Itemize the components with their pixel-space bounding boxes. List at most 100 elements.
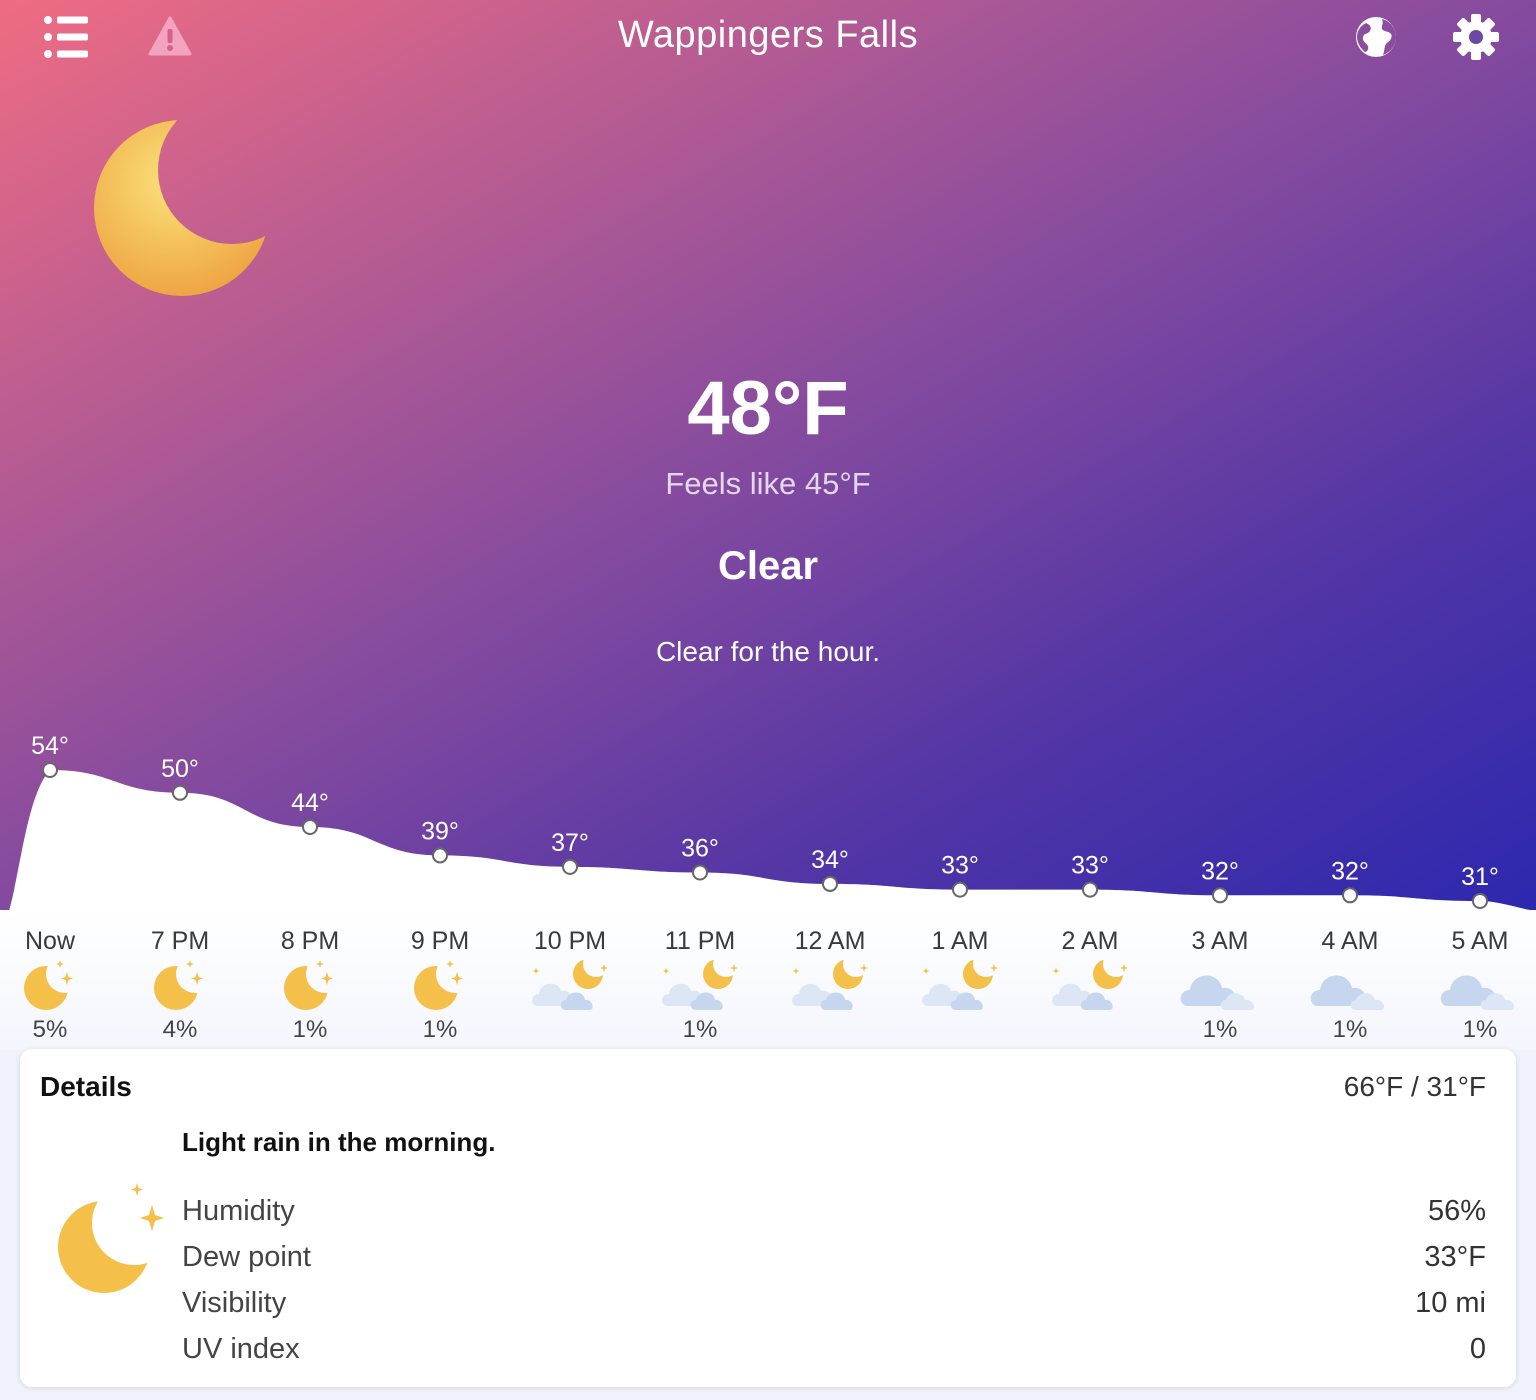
moon-stars-icon: [24, 960, 73, 1010]
top-bar: Wappingers Falls: [0, 0, 1536, 80]
temperature-point: [432, 847, 448, 864]
partly-cloudy-night-icon: [1052, 960, 1128, 1010]
detail-label: Visibility: [182, 1287, 287, 1319]
gear-icon[interactable]: [1452, 13, 1500, 61]
hour-item[interactable]: 12 AM: [770, 924, 890, 1048]
detail-value: 0: [1469, 1333, 1486, 1365]
hour-precip-chance: [1030, 1012, 1150, 1048]
partly-cloudy-night-icon: [792, 960, 868, 1010]
current-summary: Clear for the hour.: [655, 636, 881, 667]
detail-value: 10 mi: [1415, 1287, 1486, 1319]
detail-label: UV index: [182, 1333, 300, 1365]
temperature-point: [692, 864, 708, 881]
hour-item[interactable]: Now 5%: [0, 924, 110, 1048]
hour-item[interactable]: 3 AM 1%: [1160, 924, 1280, 1048]
partly-cloudy-night-icon: [662, 960, 738, 1010]
hour-precip-chance: 1%: [1202, 1016, 1238, 1043]
partly-cloudy-night-icon: [532, 960, 608, 1010]
hour-item[interactable]: 8 PM 1%: [250, 924, 370, 1048]
detail-row-dew-point: Dew point 33°F: [182, 1241, 1486, 1281]
temperature-point: [562, 858, 578, 875]
hourly-forecast: Now 5% 7 PM 4% 8 PM 1% 9 PM 1% 10 PM 11 PM 1% 12 AM…: [0, 910, 1536, 1050]
details-description: Light rain in the morning.: [182, 1127, 496, 1157]
current-condition: Clear: [717, 544, 819, 588]
hour-precip-chance: 1%: [1462, 1016, 1498, 1043]
hour-precip-chance: [510, 1012, 630, 1048]
hour-time: 11 PM: [664, 927, 736, 955]
hour-item[interactable]: 11 PM 1%: [640, 924, 760, 1048]
partly-cloudy-night-icon: [922, 960, 998, 1010]
hour-time: 5 AM: [1451, 927, 1509, 955]
hourly-temperature-chart: 54° 50° 44° 39° 37° 36° 34° 33° 33° 32° 32° 31°: [0, 732, 1536, 940]
hour-precip-chance: 1%: [1332, 1016, 1368, 1043]
hour-time: 1 AM: [931, 927, 989, 955]
temperature-label: 39°: [421, 817, 459, 845]
hour-item[interactable]: 4 AM 1%: [1290, 924, 1410, 1048]
hour-precip-chance: 4%: [162, 1016, 198, 1043]
cloudy-icon: [1180, 975, 1255, 1010]
moon-icon: [94, 120, 270, 296]
detail-label: Humidity: [182, 1195, 295, 1227]
hour-item[interactable]: 2 AM: [1030, 924, 1150, 1048]
details-title: Details: [40, 1071, 132, 1102]
cloudy-icon: [1310, 975, 1385, 1010]
hour-time: 10 PM: [533, 927, 607, 955]
hour-precip-chance: [770, 1012, 890, 1048]
temperature-label: 37°: [551, 829, 589, 857]
hour-time: 7 PM: [150, 927, 210, 955]
details-high-low: 66°F / 31°F: [1343, 1071, 1486, 1102]
temperature-point: [952, 881, 968, 898]
hour-precip-chance: 1%: [682, 1016, 718, 1043]
temperature-point: [822, 875, 838, 892]
hour-time: 9 PM: [410, 927, 470, 955]
hour-time: 3 AM: [1191, 927, 1249, 955]
temperature-label: 33°: [941, 852, 979, 880]
temperature-label: 44°: [291, 789, 329, 817]
temperature-point: [1342, 887, 1358, 904]
hour-time: Now: [24, 927, 75, 955]
temperature-label: 33°: [1071, 852, 1109, 880]
detail-row-uv-index: UV index 0: [182, 1333, 1486, 1373]
hour-precip-chance: 1%: [292, 1016, 328, 1043]
moon-stars-icon: [154, 960, 203, 1010]
temperature-label: 36°: [681, 835, 719, 863]
hour-time: 12 AM: [794, 927, 866, 955]
hour-item[interactable]: 7 PM 4%: [120, 924, 240, 1048]
hour-item[interactable]: 5 AM 1%: [1420, 924, 1536, 1048]
hour-time: 2 AM: [1061, 927, 1119, 955]
globe-icon[interactable]: [1354, 15, 1398, 59]
hour-time: 4 AM: [1321, 927, 1379, 955]
temperature-point: [172, 784, 188, 801]
detail-label: Dew point: [182, 1241, 311, 1273]
temperature-point: [302, 818, 318, 835]
detail-value: 56%: [1427, 1195, 1486, 1227]
temperature-label: 54°: [31, 732, 69, 760]
details-card: Details 66°F / 31°F Light rain in the mo…: [20, 1049, 1516, 1387]
temperature-point: [1082, 881, 1098, 898]
feels-like: Feels like 45°F: [665, 466, 871, 501]
hour-precip-chance: 1%: [422, 1016, 458, 1043]
temperature-label: 32°: [1331, 857, 1369, 885]
temperature-label: 34°: [811, 846, 849, 874]
moon-stars-icon: [58, 1183, 164, 1293]
detail-row-humidity: Humidity 56%: [182, 1195, 1486, 1235]
temperature-point: [1212, 887, 1228, 904]
detail-value: 33°F: [1424, 1241, 1486, 1273]
hour-time: 8 PM: [280, 927, 340, 955]
hour-precip-chance: 5%: [32, 1016, 68, 1043]
detail-row-visibility: Visibility 10 mi: [182, 1287, 1486, 1327]
temperature-point: [1472, 893, 1488, 909]
moon-stars-icon: [284, 960, 333, 1010]
hour-item[interactable]: 9 PM 1%: [380, 924, 500, 1048]
hour-precip-chance: [900, 1012, 1020, 1048]
temperature-label: 50°: [161, 755, 199, 783]
cloudy-icon: [1440, 975, 1515, 1010]
temperature-point: [42, 762, 58, 778]
temperature-label: 32°: [1201, 857, 1239, 885]
city-title[interactable]: Wappingers Falls: [0, 14, 1536, 57]
hour-item[interactable]: 1 AM: [900, 924, 1020, 1048]
hour-item[interactable]: 10 PM: [510, 924, 630, 1048]
temperature-label: 31°: [1461, 863, 1499, 891]
moon-stars-icon: [414, 960, 463, 1010]
current-temperature: 48°F: [687, 366, 849, 451]
